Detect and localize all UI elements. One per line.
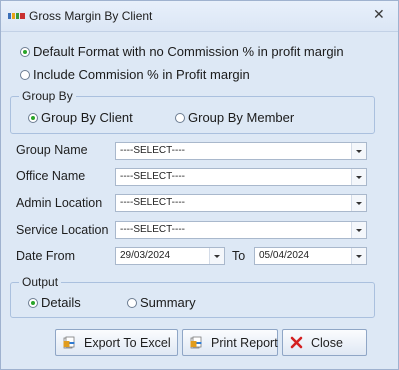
group-by-legend: Group By — [22, 89, 73, 103]
export-to-excel-button[interactable]: Export To Excel — [55, 329, 178, 356]
radio-group-by-member-label: Group By Member — [188, 110, 295, 125]
print-report-button[interactable]: Print Report — [182, 329, 278, 356]
date-to-picker[interactable]: 05/04/2024 — [254, 247, 367, 265]
radio-button-icon — [28, 297, 38, 308]
chevron-down-icon[interactable] — [209, 248, 224, 264]
date-from-picker[interactable]: 29/03/2024 — [115, 247, 225, 265]
radio-default-format-label: Default Format with no Commission % in p… — [33, 44, 344, 59]
output-legend: Output — [22, 275, 59, 289]
close-label: Close — [311, 335, 343, 350]
radio-include-commission-label: Include Commision % in Profit margin — [33, 67, 250, 82]
print-report-label: Print Report — [211, 335, 278, 350]
radio-default-format[interactable]: Default Format with no Commission % in p… — [20, 44, 344, 59]
admin-location-select[interactable]: ----SELECT---- — [115, 194, 367, 212]
group-name-label: Group Name — [16, 143, 88, 157]
group-name-select[interactable]: ----SELECT---- — [115, 142, 367, 160]
radio-group-by-member[interactable]: Group By Member — [175, 110, 294, 125]
radio-button-icon — [28, 112, 38, 123]
admin-location-label: Admin Location — [16, 196, 103, 210]
service-location-select[interactable]: ----SELECT---- — [115, 221, 367, 239]
print-report-icon — [190, 336, 202, 349]
title-bar[interactable]: Gross Margin By Client ✕ — [1, 1, 398, 32]
close-button[interactable]: Close — [282, 329, 367, 356]
group-name-value: ----SELECT---- — [120, 145, 185, 156]
office-name-label: Office Name — [16, 169, 86, 183]
admin-location-value: ----SELECT---- — [120, 197, 185, 208]
chevron-down-icon[interactable] — [351, 222, 366, 238]
gross-margin-dialog: Gross Margin By Client ✕ Default Format … — [0, 0, 399, 370]
red-x-close-icon — [290, 336, 303, 349]
radio-button-icon — [20, 69, 30, 80]
service-location-label: Service Location — [16, 223, 109, 237]
excel-export-icon — [63, 336, 75, 349]
service-location-value: ----SELECT---- — [120, 224, 185, 235]
chevron-down-icon[interactable] — [351, 248, 366, 264]
date-to-label: To — [232, 249, 246, 263]
export-to-excel-label: Export To Excel — [84, 335, 171, 350]
office-name-select[interactable]: ----SELECT---- — [115, 168, 367, 186]
date-from-value: 29/03/2024 — [120, 250, 171, 261]
radio-button-icon — [127, 297, 137, 308]
radio-button-icon — [175, 112, 185, 123]
window-title: Gross Margin By Client — [29, 9, 153, 23]
chevron-down-icon[interactable] — [351, 143, 366, 159]
date-from-label: Date From — [16, 249, 76, 263]
radio-output-details[interactable]: Details — [28, 295, 81, 310]
radio-include-commission[interactable]: Include Commision % in Profit margin — [20, 67, 250, 82]
radio-button-icon — [20, 46, 30, 57]
window-close-icon[interactable]: ✕ — [373, 6, 385, 23]
radio-group-by-client[interactable]: Group By Client — [28, 110, 133, 125]
date-to-value: 05/04/2024 — [259, 250, 310, 261]
radio-output-summary-label: Summary — [140, 295, 196, 310]
radio-output-details-label: Details — [41, 295, 81, 310]
chevron-down-icon[interactable] — [351, 195, 366, 211]
chevron-down-icon[interactable] — [351, 169, 366, 185]
office-name-value: ----SELECT---- — [120, 171, 185, 182]
radio-output-summary[interactable]: Summary — [127, 295, 196, 310]
radio-group-by-client-label: Group By Client — [41, 110, 133, 125]
app-logo-icon — [8, 13, 25, 19]
